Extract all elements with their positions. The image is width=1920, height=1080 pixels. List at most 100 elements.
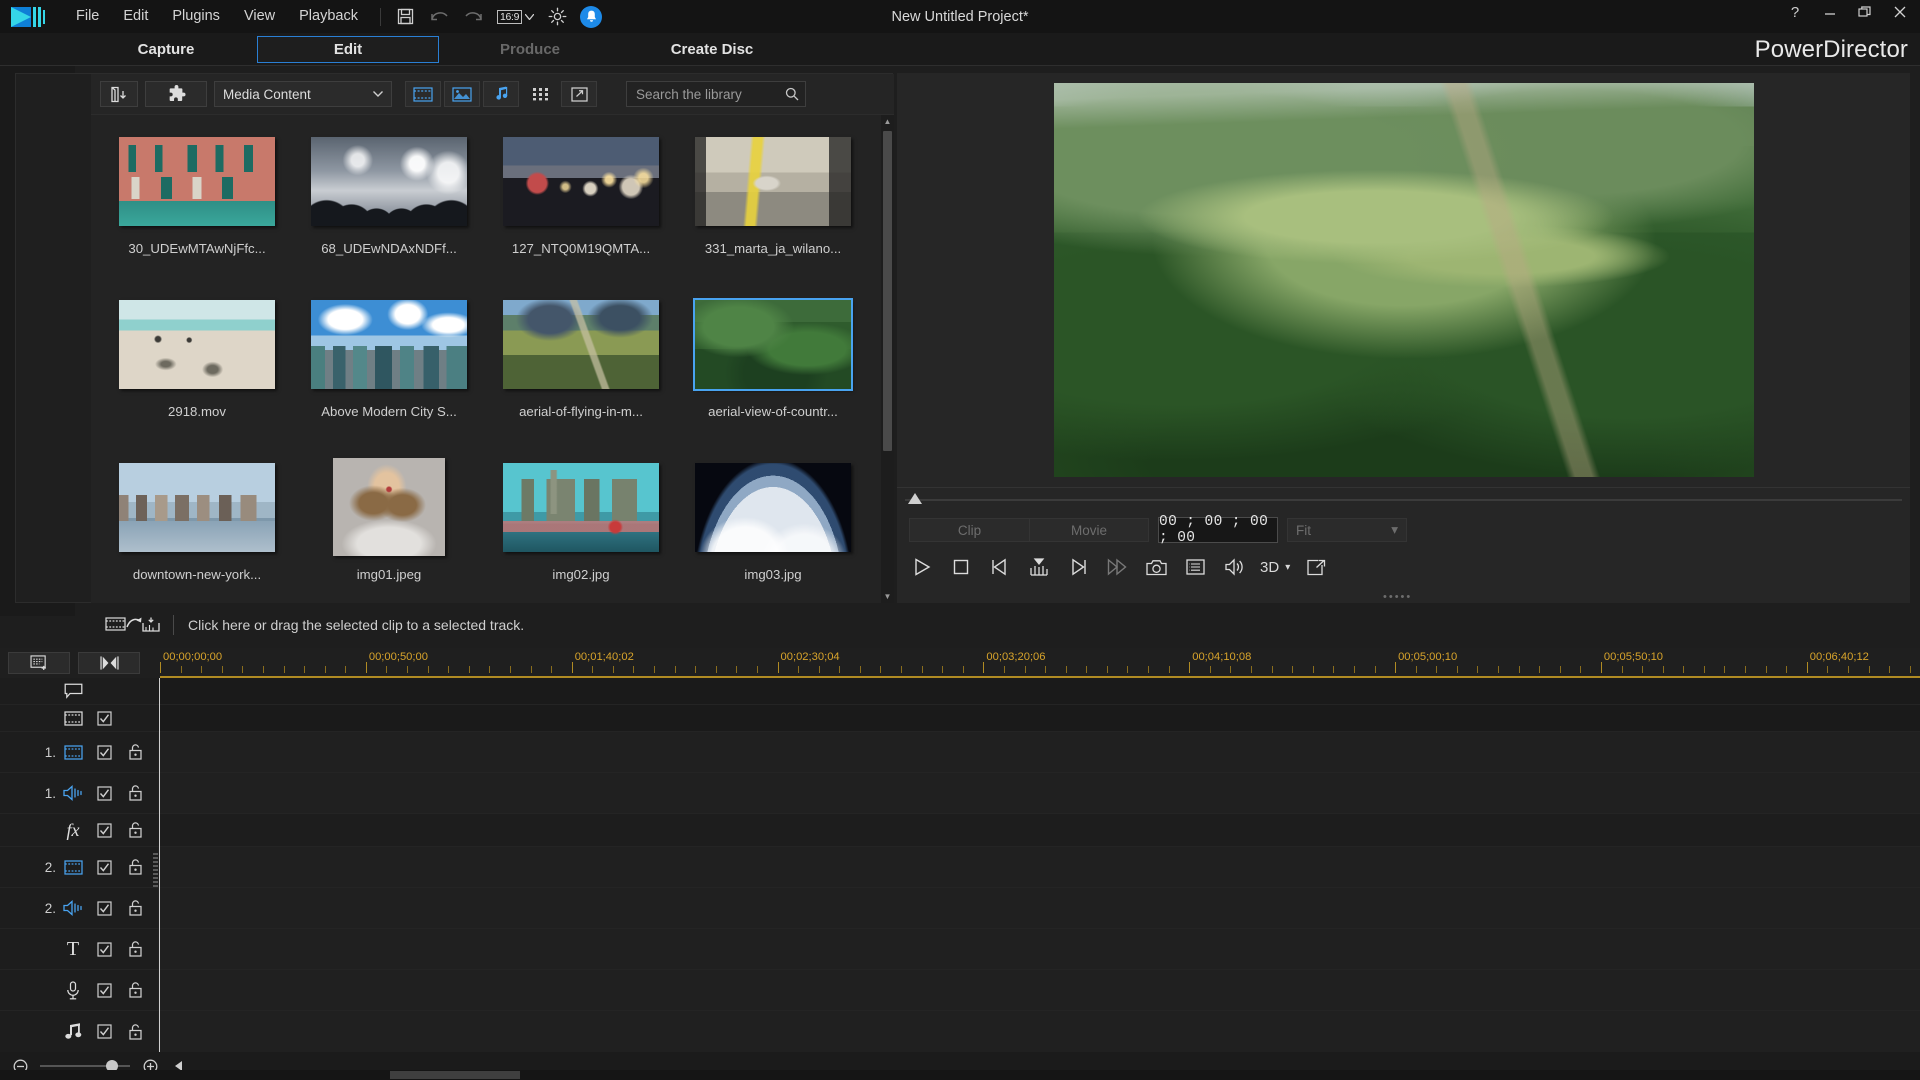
close-icon[interactable] <box>1890 2 1910 22</box>
media-item[interactable]: downtown-new-york... <box>101 451 293 603</box>
track-visibility-checkbox[interactable] <box>93 819 115 841</box>
menu-edit[interactable]: Edit <box>111 5 160 28</box>
track-unlock-icon[interactable] <box>124 979 146 1001</box>
timeline-scrollbar-thumb[interactable] <box>390 1071 520 1079</box>
zoom-slider[interactable] <box>40 1060 130 1072</box>
camera-icon[interactable] <box>1143 554 1169 580</box>
track-visibility-checkbox[interactable] <box>93 897 115 919</box>
audio-track-icon[interactable] <box>62 897 84 919</box>
track-header-effect[interactable]: fx <box>0 814 158 846</box>
media-item[interactable]: img03.jpg <box>677 451 869 603</box>
track-lane-audio-2[interactable] <box>158 888 1920 928</box>
3d-icon[interactable]: 3D ▾ <box>1260 559 1290 576</box>
track-lane-voice[interactable] <box>158 970 1920 1010</box>
preview-mode-movie[interactable]: Movie <box>1029 518 1149 542</box>
media-item[interactable]: Above Modern City S... <box>293 288 485 451</box>
menu-view[interactable]: View <box>232 5 287 28</box>
fx-icon[interactable]: fx <box>62 819 84 841</box>
video-filter-icon[interactable] <box>405 81 441 107</box>
video-track-icon[interactable] <box>62 741 84 763</box>
track-lane-master-video[interactable] <box>158 705 1920 731</box>
tab-create-disc[interactable]: Create Disc <box>621 36 803 63</box>
gear-icon[interactable] <box>546 6 568 28</box>
minimize-icon[interactable] <box>1820 2 1840 22</box>
timeline-ruler[interactable]: 00;00;00;00 00;00;50;00 00;01;40;02 00;02;3… <box>160 648 1920 678</box>
track-lane-music[interactable] <box>158 1011 1920 1052</box>
marker-balloon-icon[interactable] <box>62 680 84 702</box>
track-lane-audio-1[interactable] <box>158 773 1920 813</box>
preview-scrubber[interactable] <box>897 487 1910 511</box>
media-item[interactable]: 68_UDEwNDAxNDFf... <box>293 125 485 288</box>
snap-icon[interactable] <box>78 652 140 674</box>
microphone-icon[interactable] <box>62 979 84 1001</box>
media-item[interactable]: 331_marta_ja_wilano... <box>677 125 869 288</box>
restore-icon[interactable] <box>1855 2 1875 22</box>
media-item-selected[interactable]: aerial-view-of-countr... <box>677 288 869 451</box>
title-t-icon[interactable]: T <box>62 938 84 960</box>
media-item[interactable]: 2918.mov <box>101 288 293 451</box>
media-item[interactable]: 127_NTQ0M19QMTA... <box>485 125 677 288</box>
track-visibility-checkbox[interactable] <box>93 856 115 878</box>
aspect-ratio-selector[interactable]: 16:9 <box>496 9 535 24</box>
tab-produce[interactable]: Produce <box>439 36 621 63</box>
media-item[interactable]: 30_UDEwMTAwNjFfc... <box>101 125 293 288</box>
notification-bell-icon[interactable] <box>580 5 603 28</box>
track-header-voice[interactable] <box>0 970 158 1010</box>
video-track-icon[interactable] <box>62 856 84 878</box>
track-header-marker[interactable] <box>0 678 158 704</box>
expand-library-icon[interactable] <box>561 81 597 107</box>
track-header-title[interactable]: T <box>0 929 158 969</box>
help-icon[interactable]: ? <box>1785 2 1805 22</box>
save-icon[interactable] <box>395 6 417 28</box>
media-item[interactable]: img01.jpeg <box>293 451 485 603</box>
track-manager-icon[interactable] <box>8 652 70 674</box>
menu-plugins[interactable]: Plugins <box>160 5 232 28</box>
track-lane-video-2[interactable] <box>158 847 1920 887</box>
track-visibility-checkbox[interactable] <box>93 782 115 804</box>
track-header-audio-2[interactable]: 2. <box>0 888 158 928</box>
timeline-playhead[interactable] <box>159 678 160 1052</box>
preview-zoom-dropdown[interactable]: Fit ▾ <box>1287 518 1407 542</box>
master-video-icon[interactable] <box>62 707 84 729</box>
stop-icon[interactable] <box>948 554 974 580</box>
step-marker-icon[interactable] <box>1026 554 1052 580</box>
track-header-audio-1[interactable]: 1. <box>0 773 158 813</box>
image-filter-icon[interactable] <box>444 81 480 107</box>
track-header-video-1[interactable]: 1. <box>0 732 158 772</box>
library-scrollbar[interactable]: ▲ ▼ <box>881 115 894 603</box>
track-unlock-icon[interactable] <box>124 782 146 804</box>
track-unlock-icon[interactable] <box>124 741 146 763</box>
plugins-icon[interactable] <box>145 81 207 107</box>
track-unlock-icon[interactable] <box>124 897 146 919</box>
track-visibility-checkbox[interactable] <box>93 938 115 960</box>
add-clip-to-track-icon[interactable] <box>103 612 163 638</box>
prev-frame-icon[interactable] <box>987 554 1013 580</box>
track-visibility-checkbox[interactable] <box>93 707 115 729</box>
next-frame-icon[interactable] <box>1065 554 1091 580</box>
preview-mode-clip[interactable]: Clip <box>909 518 1029 542</box>
track-header-music[interactable] <box>0 1011 158 1052</box>
preview-playhead[interactable] <box>907 492 923 510</box>
track-unlock-icon[interactable] <box>124 819 146 841</box>
redo-icon[interactable] <box>463 6 485 28</box>
preview-timecode[interactable]: 00 ; 00 ; 00 ; 00 <box>1158 514 1278 546</box>
menu-file[interactable]: File <box>64 5 111 28</box>
tab-capture[interactable]: Capture <box>75 36 257 63</box>
track-lane-video-1[interactable] <box>158 732 1920 772</box>
track-visibility-checkbox[interactable] <box>93 1021 115 1043</box>
pop-out-icon[interactable] <box>1303 554 1329 580</box>
tab-edit[interactable]: Edit <box>257 36 439 63</box>
scroll-up-arrow-icon[interactable]: ▲ <box>881 115 894 128</box>
track-lane-marker[interactable] <box>158 678 1920 704</box>
list-icon[interactable] <box>1182 554 1208 580</box>
timeline-splitter-grip[interactable] <box>153 853 158 889</box>
track-visibility-checkbox[interactable] <box>93 741 115 763</box>
music-note-icon[interactable] <box>62 1021 84 1043</box>
undo-icon[interactable] <box>429 6 451 28</box>
audio-track-icon[interactable] <box>62 782 84 804</box>
track-header-video-2[interactable]: 2. <box>0 847 158 887</box>
track-visibility-checkbox[interactable] <box>93 979 115 1001</box>
menu-playback[interactable]: Playback <box>287 5 370 28</box>
fast-forward-icon[interactable] <box>1104 554 1130 580</box>
search-input[interactable]: Search the library <box>626 81 806 107</box>
